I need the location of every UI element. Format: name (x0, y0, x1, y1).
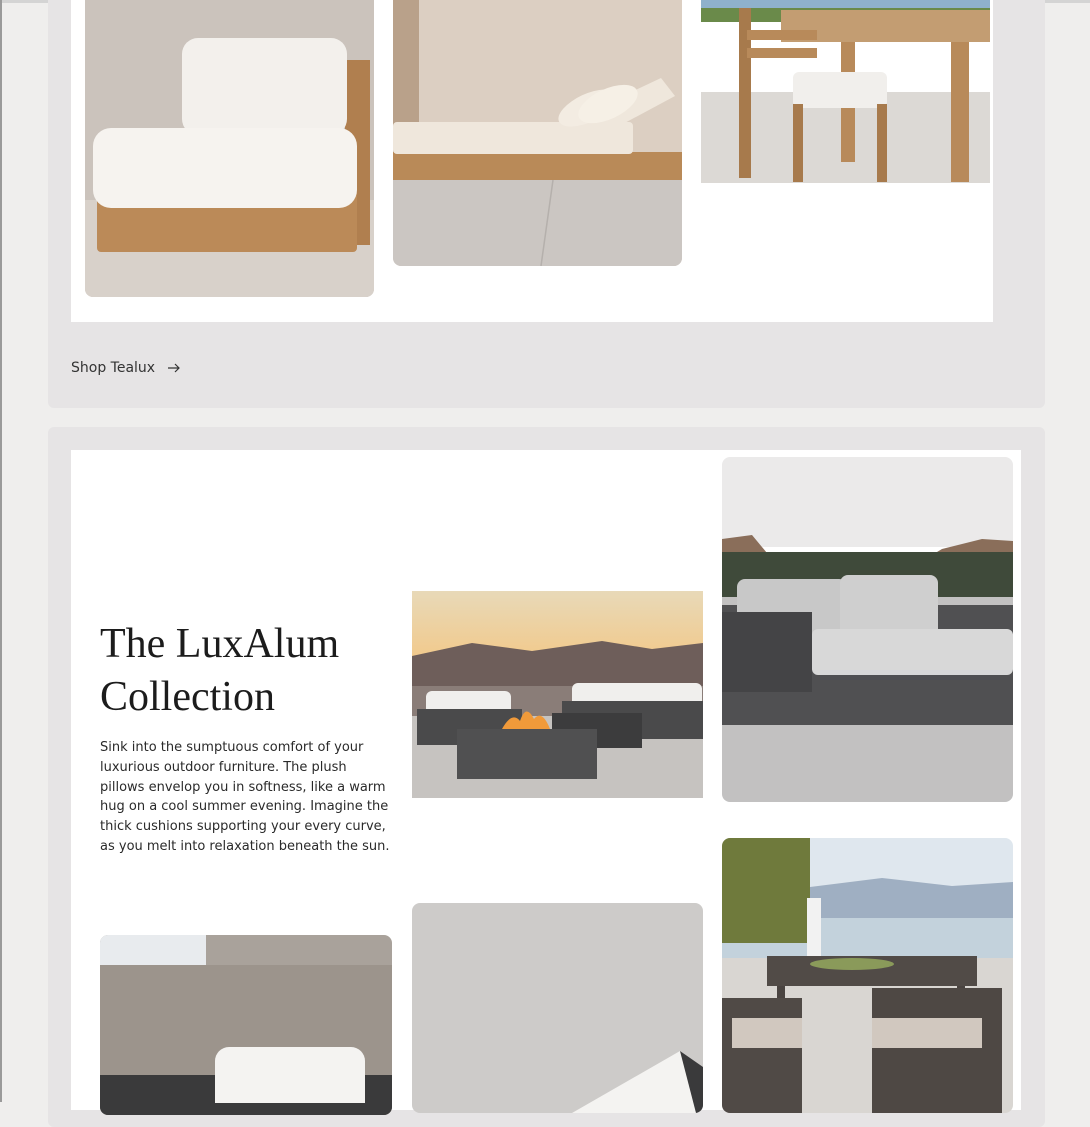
luxalum-sofa-image[interactable] (722, 457, 1013, 802)
shop-tealux-label: Shop Tealux (71, 360, 156, 376)
tealux-dining-image[interactable] (701, 0, 990, 183)
tealux-chaise-image[interactable] (393, 0, 682, 266)
shop-tealux-link[interactable]: Shop Tealux (71, 360, 181, 376)
luxalum-lounge-chair-image[interactable] (100, 935, 392, 1115)
luxalum-chaise-image[interactable] (412, 903, 703, 1113)
tealux-lounge-chair-image[interactable] (85, 0, 374, 297)
collection-description: Sink into the sumptuous comfort of your … (100, 740, 390, 854)
collection-title: The LuxAlum Collection (100, 621, 340, 720)
luxalum-firepit-image[interactable] (412, 591, 703, 798)
arrow-right-icon (168, 363, 180, 373)
luxalum-dining-image[interactable] (722, 838, 1013, 1113)
window-left-edge (0, 0, 2, 1102)
